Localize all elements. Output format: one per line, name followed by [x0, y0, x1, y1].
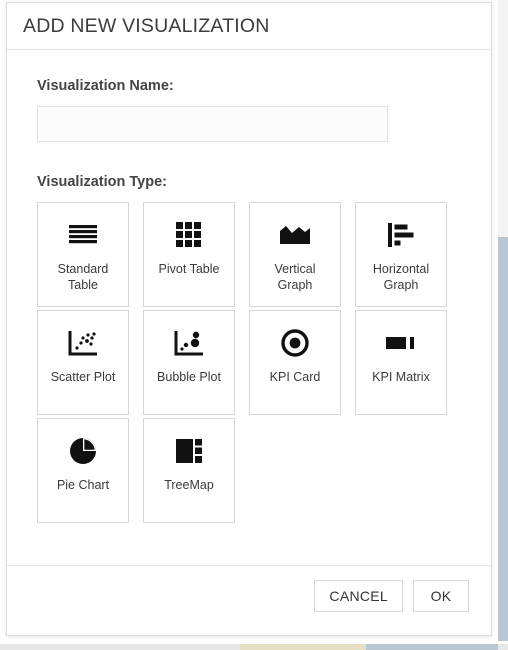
cancel-button[interactable]: CANCEL	[314, 580, 403, 612]
type-tile-label: Standard Table	[57, 262, 109, 292]
type-tile-kpi-matrix[interactable]: KPI Matrix	[355, 310, 447, 415]
type-tile-label: KPI Matrix	[372, 370, 430, 384]
bubble-plot-icon	[169, 326, 209, 360]
visualization-name-label: Visualization Name:	[37, 78, 174, 94]
screen: ADD NEW VISUALIZATION Visualization Name…	[0, 0, 508, 650]
type-tile-pivot-table[interactable]: Pivot Table	[143, 202, 235, 307]
dialog-body: Visualization Name: Visualization Type: …	[7, 50, 491, 565]
type-tile-bubble-plot[interactable]: Bubble Plot	[143, 310, 235, 415]
type-tile-horizontal-graph: Horizontal Graph	[355, 202, 447, 307]
kpi-card-icon	[275, 326, 315, 360]
background-bottom-beige-segment	[240, 644, 366, 650]
visualization-name-input[interactable]	[37, 106, 388, 142]
kpi-matrix-icon	[381, 326, 421, 360]
type-tile-label: Horizontal Graph	[372, 262, 430, 292]
standard-table-icon	[63, 218, 103, 252]
type-tile-scatter-plot[interactable]: Scatter Plot	[37, 310, 129, 415]
type-tile-label: Bubble Plot	[157, 370, 221, 384]
treemap-icon	[169, 434, 209, 468]
scatter-plot-icon	[63, 326, 103, 360]
type-tile-treemap[interactable]: TreeMap	[143, 418, 235, 523]
ok-button[interactable]: OK	[413, 580, 469, 612]
vertical-graph-icon	[275, 218, 315, 252]
type-tile-kpi-card[interactable]: KPI Card	[249, 310, 341, 415]
type-tile-standard-table[interactable]: Standard Table	[37, 202, 129, 307]
background-bottom-blue-segment	[366, 644, 498, 650]
horizontal-graph-icon	[381, 218, 421, 252]
pie-chart-icon	[63, 434, 103, 468]
background-panel-top	[498, 0, 508, 237]
type-tile-label: Vertical Graph	[274, 262, 316, 292]
type-tile-label: KPI Card	[269, 370, 321, 384]
type-tile-label: Pie Chart	[56, 478, 110, 492]
type-tile-label: Scatter Plot	[50, 370, 116, 384]
add-new-visualization-dialog: ADD NEW VISUALIZATION Visualization Name…	[6, 2, 492, 636]
type-tile-pie-chart[interactable]: Pie Chart	[37, 418, 129, 523]
pivot-table-icon	[169, 218, 209, 252]
dialog-footer: CANCEL OK	[7, 565, 491, 635]
page-title: ADD NEW VISUALIZATION	[23, 14, 270, 37]
type-tile-label: Pivot Table	[158, 262, 220, 276]
type-tile-vertical-graph[interactable]: Vertical Graph	[249, 202, 341, 307]
visualization-type-label: Visualization Type:	[37, 174, 167, 190]
dialog-header: ADD NEW VISUALIZATION	[7, 3, 491, 50]
background-scrollbar[interactable]	[498, 237, 508, 641]
type-tile-label: TreeMap	[164, 478, 214, 492]
visualization-type-grid: Standard Table Pivot Table Vertical Grap…	[37, 202, 491, 523]
